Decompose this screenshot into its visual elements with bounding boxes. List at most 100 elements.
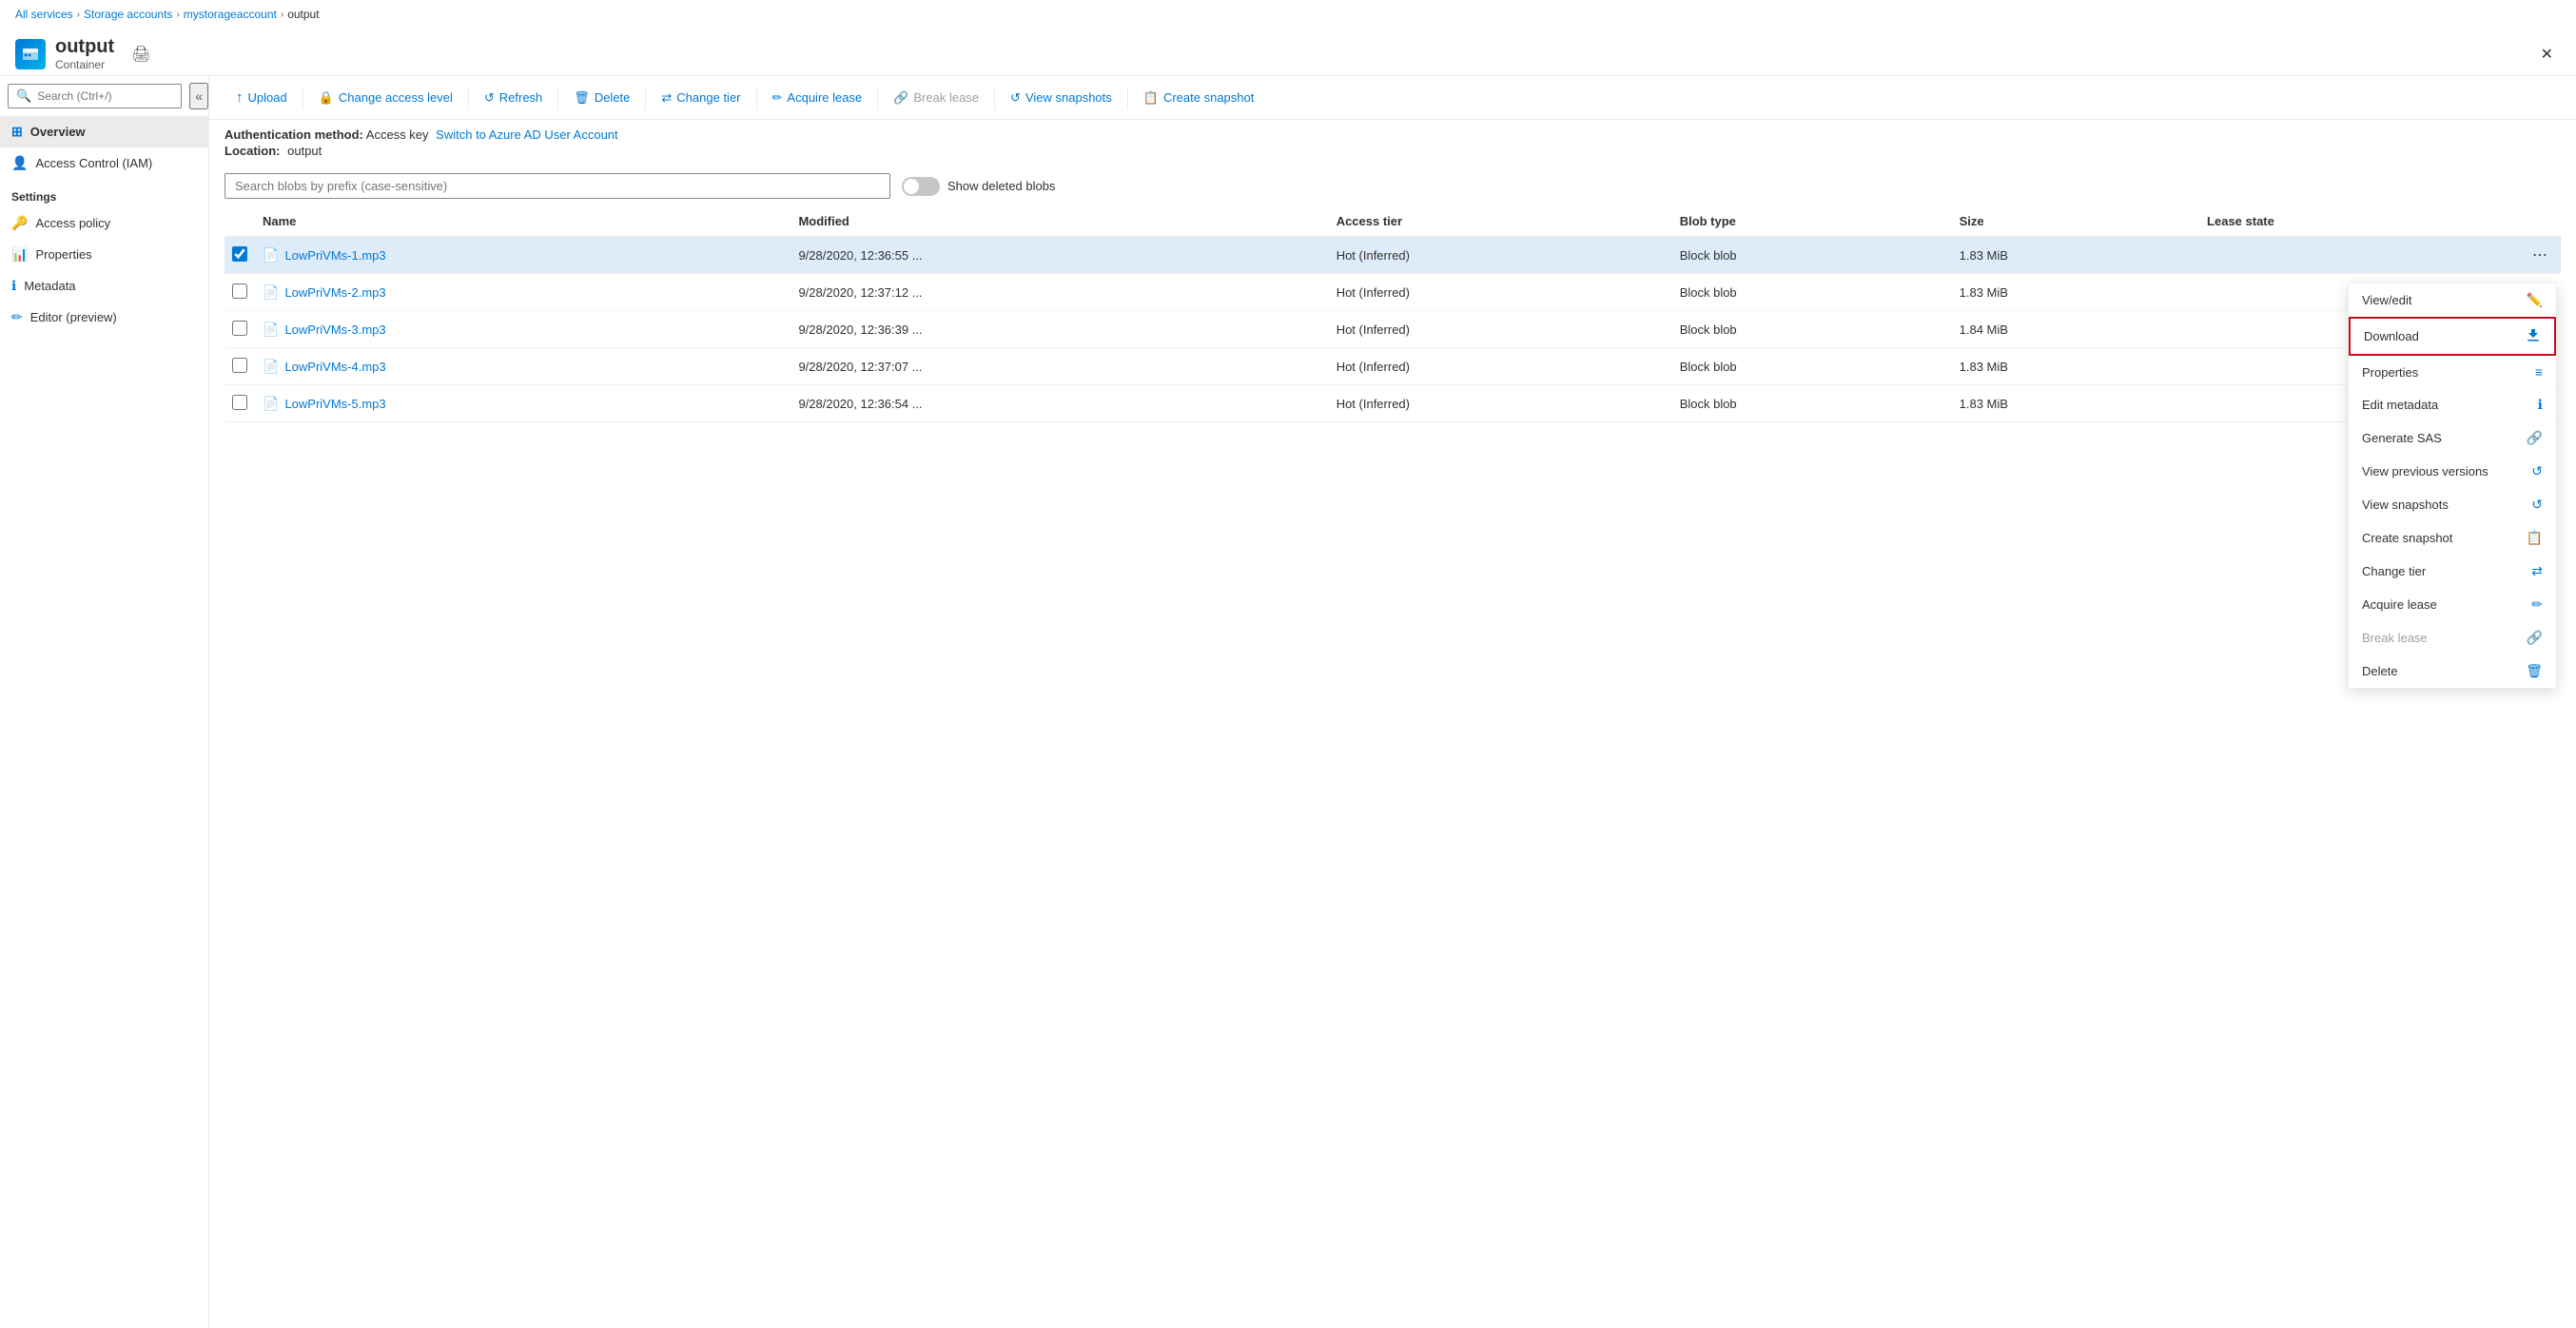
context-menu-item-change-tier-ctx[interactable]: Change tier ⇄	[2349, 555, 2556, 588]
main-layout: 🔍 « ⊞ Overview 👤 Access Control (IAM) Se…	[0, 76, 2576, 1328]
change-tier-button[interactable]: ⇄ Change tier	[650, 85, 751, 111]
context-menu-item-properties[interactable]: Properties ≡	[2349, 356, 2556, 388]
context-menu-item-generate-sas[interactable]: Generate SAS 🔗	[2349, 421, 2556, 455]
search-input[interactable]	[37, 89, 173, 103]
table-row: 📄 LowPriVMs-5.mp3 9/28/2020, 12:36:54 ..…	[224, 385, 2561, 422]
auth-link[interactable]: Switch to Azure AD User Account	[436, 127, 617, 142]
access-tier: Hot (Inferred)	[1329, 311, 1672, 348]
view-snapshots-button[interactable]: ↺ View snapshots	[999, 85, 1123, 111]
context-menu-item-break-lease-ctx: Break lease 🔗	[2349, 621, 2556, 654]
sidebar-item-metadata-label: Metadata	[24, 279, 75, 293]
iam-icon: 👤	[11, 155, 28, 171]
file-icon: 📄	[263, 359, 279, 375]
settings-section-title: Settings	[0, 179, 208, 207]
menu-item-icon-delete-ctx: 🗑	[2526, 663, 2543, 679]
lease-state	[2199, 237, 2519, 274]
sidebar-item-overview[interactable]: ⊞ Overview	[0, 116, 208, 147]
editor-icon: ✏	[11, 309, 23, 325]
location-info: Location: output	[224, 144, 2561, 158]
search-container: 🔍	[8, 84, 182, 108]
context-menu-item-view-previous[interactable]: View previous versions ↺	[2349, 455, 2556, 488]
breadcrumb-mystorageaccount[interactable]: mystorageaccount	[184, 8, 277, 21]
modified-date: 9/28/2020, 12:36:54 ...	[790, 385, 1328, 422]
blob-type: Block blob	[1672, 348, 1952, 385]
menu-item-icon-download	[2526, 327, 2541, 345]
sidebar-item-overview-label: Overview	[30, 125, 86, 139]
context-menu-item-download[interactable]: Download	[2349, 317, 2556, 356]
breadcrumb-all-services[interactable]: All services	[15, 8, 73, 21]
change-access-button[interactable]: 🔒 Change access level	[307, 85, 464, 111]
print-icon[interactable]: 🖨	[131, 45, 150, 64]
context-menu-item-edit-metadata[interactable]: Edit metadata ℹ	[2349, 388, 2556, 421]
modified-date: 9/28/2020, 12:37:12 ...	[790, 274, 1328, 311]
upload-button[interactable]: ↑ Upload	[224, 84, 299, 111]
context-menu: View/edit ✏️ Download Properties ≡ Edit …	[2348, 283, 2557, 689]
context-menu-item-acquire-lease-ctx[interactable]: Acquire lease ✏	[2349, 588, 2556, 621]
menu-item-icon-properties: ≡	[2535, 364, 2543, 380]
menu-item-icon-generate-sas: 🔗	[2527, 430, 2543, 446]
sidebar-item-properties[interactable]: 📊 Properties	[0, 239, 208, 270]
col-name: Name	[255, 206, 790, 237]
file-name[interactable]: 📄 LowPriVMs-5.mp3	[263, 396, 783, 412]
context-menu-item-view-edit[interactable]: View/edit ✏️	[2349, 283, 2556, 317]
row-checkbox[interactable]	[232, 246, 247, 262]
break-lease-button[interactable]: 🔗 Break lease	[882, 85, 990, 111]
menu-item-icon-break-lease-ctx: 🔗	[2527, 630, 2543, 646]
row-checkbox[interactable]	[232, 283, 247, 299]
delete-button[interactable]: 🗑 Delete	[562, 85, 641, 111]
file-name[interactable]: 📄 LowPriVMs-2.mp3	[263, 284, 783, 301]
sidebar-item-metadata[interactable]: ℹ Metadata	[0, 270, 208, 302]
size: 1.83 MiB	[1952, 348, 2199, 385]
toolbar-sep-8	[1127, 87, 1128, 109]
blob-search-input[interactable]	[224, 173, 890, 199]
context-menu-item-create-snapshot-ctx[interactable]: Create snapshot 📋	[2349, 521, 2556, 555]
col-actions	[2519, 206, 2561, 237]
file-name[interactable]: 📄 LowPriVMs-3.mp3	[263, 322, 783, 338]
break-lease-icon: 🔗	[893, 90, 908, 106]
search-icon: 🔍	[16, 88, 31, 104]
sidebar-item-access-policy[interactable]: 🔑 Access policy	[0, 207, 208, 239]
menu-item-label: Acquire lease	[2362, 597, 2437, 612]
context-menu-item-delete-ctx[interactable]: Delete 🗑	[2349, 654, 2556, 688]
file-icon: 📄	[263, 396, 279, 412]
sidebar-item-properties-label: Properties	[35, 247, 91, 262]
menu-item-label: View/edit	[2362, 293, 2412, 307]
more-button[interactable]: ⋯	[2527, 244, 2553, 266]
blob-type: Block blob	[1672, 311, 1952, 348]
change-access-icon: 🔒	[319, 90, 334, 106]
access-tier: Hot (Inferred)	[1329, 237, 1672, 274]
close-button[interactable]: ✕	[2533, 41, 2561, 68]
info-bar: Authentication method: Access key Switch…	[209, 120, 2576, 166]
col-checkbox	[224, 206, 255, 237]
menu-item-label: Generate SAS	[2362, 431, 2442, 445]
row-checkbox[interactable]	[232, 395, 247, 410]
row-checkbox[interactable]	[232, 358, 247, 373]
show-deleted-label: Show deleted blobs	[947, 179, 1055, 193]
sidebar-item-access-control[interactable]: 👤 Access Control (IAM)	[0, 147, 208, 179]
create-snapshot-button[interactable]: 📋 Create snapshot	[1132, 85, 1266, 111]
menu-item-icon-view-snapshots-ctx: ↺	[2531, 497, 2543, 513]
breadcrumb-storage-accounts[interactable]: Storage accounts	[84, 8, 172, 21]
refresh-button[interactable]: ↺ Refresh	[473, 85, 554, 111]
access-tier: Hot (Inferred)	[1329, 274, 1672, 311]
show-deleted-toggle[interactable]	[902, 177, 940, 196]
auth-value: Access key	[366, 127, 429, 142]
toolbar-sep-2	[468, 87, 469, 109]
toolbar-sep-3	[557, 87, 558, 109]
delete-icon: 🗑	[574, 90, 590, 106]
sidebar-item-editor-label: Editor (preview)	[30, 310, 117, 324]
create-snapshot-icon: 📋	[1143, 90, 1159, 106]
table-row: 📄 LowPriVMs-3.mp3 9/28/2020, 12:36:39 ..…	[224, 311, 2561, 348]
context-menu-item-view-snapshots-ctx[interactable]: View snapshots ↺	[2349, 488, 2556, 521]
acquire-lease-button[interactable]: ✏ Acquire lease	[761, 85, 874, 111]
col-size: Size	[1952, 206, 2199, 237]
menu-item-label: Properties	[2362, 365, 2418, 380]
auth-label: Authentication method:	[224, 127, 363, 142]
collapse-button[interactable]: «	[189, 83, 208, 109]
sidebar-item-editor[interactable]: ✏ Editor (preview)	[0, 302, 208, 333]
refresh-icon: ↺	[484, 90, 495, 106]
row-checkbox[interactable]	[232, 321, 247, 336]
file-name[interactable]: 📄 LowPriVMs-4.mp3	[263, 359, 783, 375]
file-name[interactable]: 📄 LowPriVMs-1.mp3	[263, 247, 783, 264]
content-area: ↑ Upload 🔒 Change access level ↺ Refresh…	[209, 76, 2576, 1328]
